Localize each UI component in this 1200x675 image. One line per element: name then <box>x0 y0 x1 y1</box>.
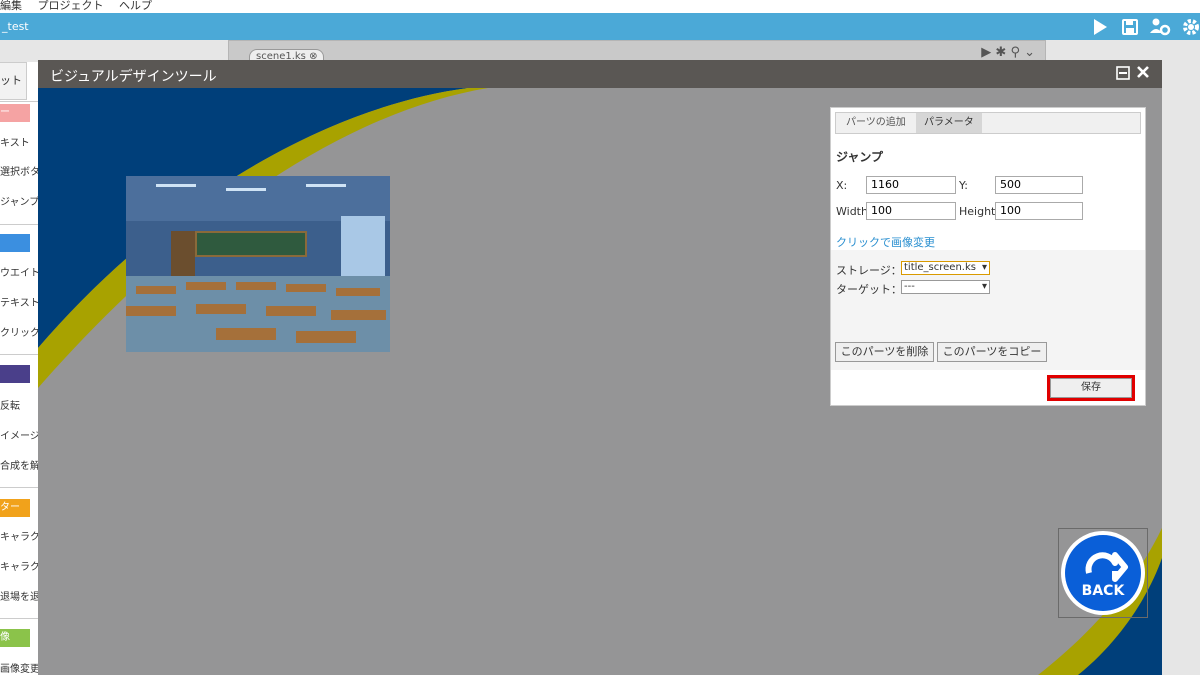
save-button[interactable]: 保存 <box>1050 378 1132 398</box>
sidebar-section-header: 像 <box>0 629 30 647</box>
back-button-part[interactable]: BACK <box>1058 528 1148 618</box>
classroom-image[interactable] <box>126 176 390 352</box>
window-icon[interactable] <box>1116 66 1130 83</box>
sidebar-item[interactable]: キャラクター <box>0 558 38 572</box>
sidebar-item[interactable]: 画像変更 <box>0 660 38 674</box>
menu-project[interactable]: プロジェクト <box>38 0 104 12</box>
close-icon[interactable] <box>1136 65 1150 82</box>
save-icon[interactable] <box>1119 16 1141 38</box>
tab-parameters[interactable]: パラメータ <box>916 113 982 133</box>
sidebar-item[interactable]: ウエイト <box>0 264 38 278</box>
sidebar-item[interactable]: イメージ合成 <box>0 427 38 441</box>
height-input[interactable] <box>995 202 1083 220</box>
sidebar-item[interactable]: ジャンプ <box>0 193 38 207</box>
sidebar-section-header: ター <box>0 499 30 517</box>
sidebar-item[interactable]: キャラクター <box>0 528 38 542</box>
project-bar: _test <box>0 13 1200 40</box>
sidebar-section-header: ー <box>0 104 30 122</box>
sidebar-item[interactable]: 合成を解除 <box>0 457 38 471</box>
sidebar-item[interactable]: キスト <box>0 134 38 148</box>
sidebar-item[interactable]: 選択ボタン <box>0 163 38 177</box>
sidebar-item[interactable]: 退場を退場 <box>0 588 38 602</box>
panel-heading: ジャンプ <box>836 150 884 164</box>
back-button-label: BACK <box>1081 583 1125 599</box>
play-icon[interactable] <box>1089 16 1111 38</box>
menu-bar: 編集 プロジェクト ヘルプ <box>0 0 1200 13</box>
modal-title: ビジュアルデザインツール <box>50 69 217 85</box>
modal-titlebar: ビジュアルデザインツール <box>38 60 1162 88</box>
component-sidebar: ット ー キスト 選択ボタン ジャンプ ウエイト テキスト配置 クリック待ち 反… <box>0 62 39 675</box>
x-input[interactable] <box>866 176 956 194</box>
gear-icon[interactable] <box>1180 16 1200 38</box>
width-input[interactable] <box>866 202 956 220</box>
parameter-panel: パーツの追加 パラメータ ジャンプ X: Y: Width: Height: ク… <box>830 107 1146 406</box>
sidebar-section-header <box>0 365 30 383</box>
height-label: Height: <box>959 205 1000 218</box>
users-gear-icon[interactable] <box>1149 16 1171 38</box>
chevron-down-icon: ▾ <box>981 281 987 292</box>
copy-part-button[interactable]: このパーツをコピー <box>937 342 1047 362</box>
storage-select-value: title_screen.ks <box>904 262 976 273</box>
editor-tools-icon: ▶ ✱ ⚲ ⌄ <box>981 45 1035 60</box>
y-label: Y: <box>959 179 968 192</box>
tab-add-parts[interactable]: パーツの追加 <box>838 113 914 133</box>
target-select-value: --- <box>904 281 915 292</box>
storage-label: ストレージ： <box>836 264 902 277</box>
menu-edit[interactable]: 編集 <box>0 0 22 12</box>
sidebar-item[interactable]: 反転 <box>0 397 38 411</box>
sidebar-item[interactable]: テキスト配置 <box>0 294 38 308</box>
y-input[interactable] <box>995 176 1083 194</box>
storage-select[interactable]: title_screen.ks ▾ <box>901 261 990 275</box>
delete-part-button[interactable]: このパーツを削除 <box>835 342 934 362</box>
sidebar-item[interactable]: クリック待ち <box>0 324 38 338</box>
target-label: ターゲット： <box>836 283 902 296</box>
panel-tabs: パーツの追加 パラメータ <box>835 112 1141 134</box>
project-title: _test <box>2 20 29 33</box>
menu-help[interactable]: ヘルプ <box>119 0 152 12</box>
sidebar-tab[interactable]: ット <box>0 62 27 100</box>
change-image-link[interactable]: クリックで画像変更 <box>836 234 935 250</box>
x-label: X: <box>836 179 848 192</box>
sidebar-section-header <box>0 234 30 252</box>
chevron-down-icon: ▾ <box>981 262 987 273</box>
target-select[interactable]: --- ▾ <box>901 280 990 294</box>
